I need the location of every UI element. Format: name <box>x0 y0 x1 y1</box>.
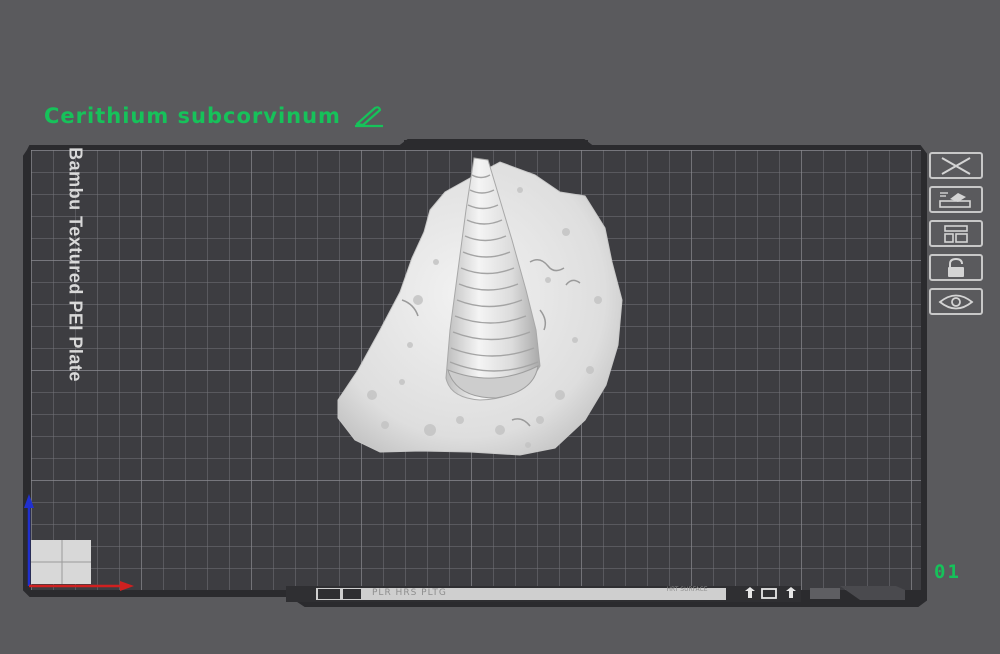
3d-viewport[interactable] <box>0 0 1000 654</box>
model-title[interactable]: Cerithium subcorvinum <box>44 104 385 128</box>
auto-arrange-button[interactable] <box>929 186 983 213</box>
layout-icon <box>944 224 968 243</box>
lock-plate-button[interactable] <box>929 254 983 281</box>
eye-icon <box>938 294 974 309</box>
plate-tools <box>929 152 985 315</box>
plate-layout-button[interactable] <box>929 220 983 247</box>
footer-surface-label: HRT SURFACE <box>666 586 708 593</box>
lock-icon <box>948 257 964 277</box>
edit-icon[interactable] <box>351 104 385 128</box>
close-icon <box>941 156 971 175</box>
close-plate-button[interactable] <box>929 152 983 179</box>
plate-number: 01 <box>934 561 961 583</box>
plate-name: Bambu Textured PEI Plate <box>65 147 86 382</box>
arrange-icon <box>939 191 971 208</box>
model-name: Cerithium subcorvinum <box>44 104 341 128</box>
footer-label: PLR HRS PLTG <box>372 588 447 598</box>
plate-footer <box>286 586 801 602</box>
preview-plate-button[interactable] <box>929 288 983 315</box>
